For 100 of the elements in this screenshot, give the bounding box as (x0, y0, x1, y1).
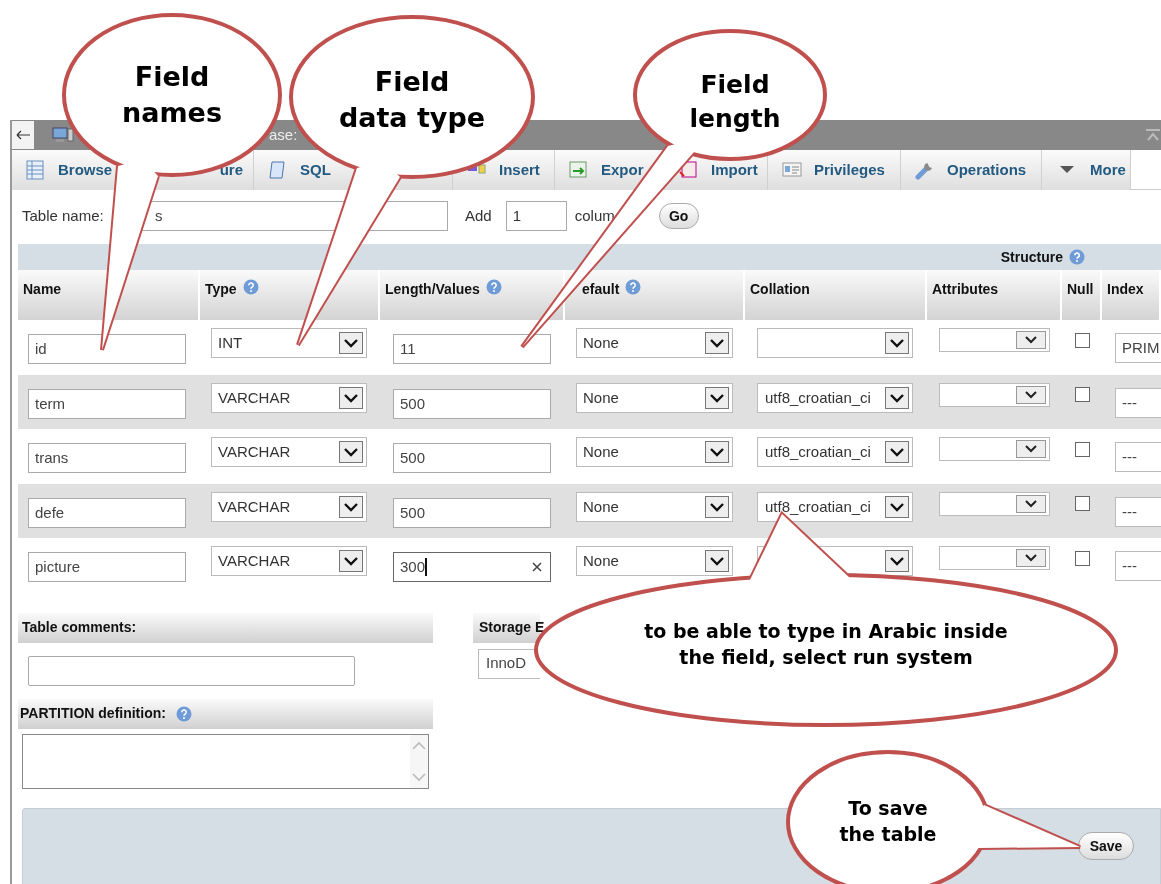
index-select[interactable]: --- (1115, 551, 1161, 582)
column-name-field[interactable]: picture (28, 552, 186, 583)
wrench-icon (915, 160, 935, 180)
callout-text: Field length (689, 69, 781, 135)
null-checkbox[interactable] (1075, 550, 1090, 566)
default-select[interactable]: None (576, 437, 733, 468)
save-button[interactable]: Save (1078, 832, 1134, 860)
chevron-down-icon (339, 441, 363, 464)
field-label: colum (574, 205, 615, 226)
callout-text: Field names (122, 59, 222, 130)
column-header: efault (565, 270, 745, 320)
default-select[interactable]: None (576, 546, 733, 577)
attributes-select[interactable] (939, 437, 1050, 462)
nav-tab[interactable]: Operations (901, 150, 1042, 190)
chevron-down-icon (1016, 385, 1046, 404)
chevron-down-icon (705, 441, 729, 464)
callout-text: To save the table (839, 796, 937, 847)
column-name-field[interactable]: id (28, 334, 186, 365)
index-select[interactable]: --- (1115, 387, 1161, 418)
column-name-field[interactable]: term (28, 388, 186, 419)
column-header: Attributes (927, 270, 1062, 320)
column-header: Null (1062, 270, 1102, 320)
nav-tab[interactable]: Privileges (768, 150, 901, 190)
callout-text: to be able to type in Arabic inside the field, select run system (644, 619, 1008, 670)
nav-tab[interactable]: More (1042, 150, 1131, 190)
help-icon (175, 705, 192, 722)
chevron-down-icon (885, 386, 909, 409)
length-field[interactable]: 300 (393, 552, 551, 583)
chevron-down-icon (885, 441, 909, 464)
type-select[interactable]: INT (211, 328, 367, 359)
index-select[interactable]: --- (1115, 442, 1161, 473)
chevron-down-icon (339, 495, 363, 518)
collation-select[interactable]: utf8_croatian_ci (757, 382, 913, 413)
length-field[interactable]: 500 (393, 443, 551, 474)
column-name-field[interactable]: defe (28, 497, 186, 528)
collation-select[interactable]: utf8_croatian_ci (757, 437, 913, 468)
scroll-icon (268, 160, 288, 180)
default-select[interactable]: None (576, 382, 733, 413)
index-select[interactable]: PRIM (1115, 333, 1161, 364)
column-header: Length/Values (380, 270, 565, 320)
attributes-select[interactable] (939, 546, 1050, 571)
chevron-down-icon (885, 495, 909, 518)
null-checkbox[interactable] (1075, 441, 1090, 457)
import-icon (679, 160, 699, 180)
server-icon (52, 126, 74, 144)
window-title: ase: (269, 124, 298, 145)
null-checkbox[interactable] (1075, 387, 1090, 403)
chevron-down-icon (1016, 549, 1046, 568)
close-icon (532, 562, 542, 573)
section-header: PARTITION definition: (18, 698, 433, 729)
storage-engine-select[interactable]: InnoD (478, 648, 540, 679)
chevron-down-icon (339, 332, 363, 355)
length-field[interactable]: 500 (393, 497, 551, 528)
chevron-down-icon (705, 332, 729, 355)
column-header: Type (200, 270, 380, 320)
export-icon (569, 160, 589, 180)
table-icon (26, 160, 46, 180)
go-button[interactable]: Go (658, 203, 699, 229)
collapse-icon (1145, 128, 1161, 142)
field-label: Add (465, 205, 492, 226)
chevron-down-icon (1016, 494, 1046, 513)
field-label: Table name: (22, 205, 105, 226)
collation-select[interactable]: utf8_croatian_ci (757, 491, 913, 522)
null-checkbox[interactable] (1075, 332, 1090, 348)
chevron-down-icon (705, 386, 729, 409)
chevron-down-icon (885, 332, 909, 355)
chevron-down-icon (705, 550, 729, 573)
default-select[interactable]: None (576, 491, 733, 522)
length-field[interactable]: 500 (393, 388, 551, 419)
back-button[interactable] (12, 121, 34, 149)
chevron-down-icon (1016, 331, 1046, 350)
attributes-select[interactable] (939, 491, 1050, 516)
type-select[interactable]: VARCHAR (211, 437, 367, 468)
attributes-select[interactable] (939, 328, 1050, 353)
default-select[interactable]: None (576, 328, 733, 359)
table-comments-field[interactable] (28, 655, 355, 686)
column-name-field[interactable]: trans (28, 443, 186, 474)
chevron-down-icon (1016, 440, 1046, 459)
column-header: Index (1102, 270, 1161, 320)
column-count-field[interactable]: 1 (505, 201, 567, 231)
null-checkbox[interactable] (1075, 496, 1090, 512)
callout-text: Field data type (338, 64, 486, 135)
collation-select[interactable] (757, 328, 913, 359)
chevron-down-icon (705, 495, 729, 518)
type-select[interactable]: VARCHAR (211, 546, 367, 577)
index-select[interactable]: --- (1115, 496, 1161, 527)
partition-textarea[interactable] (22, 733, 429, 789)
type-select[interactable]: VARCHAR (211, 382, 367, 413)
length-field[interactable]: 11 (393, 334, 551, 365)
chevron-down-icon (885, 550, 909, 573)
type-select[interactable]: VARCHAR (211, 491, 367, 522)
chevron-down-icon (339, 386, 363, 409)
help-icon (1069, 249, 1085, 265)
text-cursor-icon (425, 558, 429, 577)
left-arrow-icon (16, 130, 30, 140)
chevron-down-icon (339, 550, 363, 573)
column-header: Name (18, 270, 200, 320)
scrollbar-arrows-icon (410, 734, 428, 788)
attributes-select[interactable] (939, 382, 1050, 407)
column-header: Collation (745, 270, 927, 320)
